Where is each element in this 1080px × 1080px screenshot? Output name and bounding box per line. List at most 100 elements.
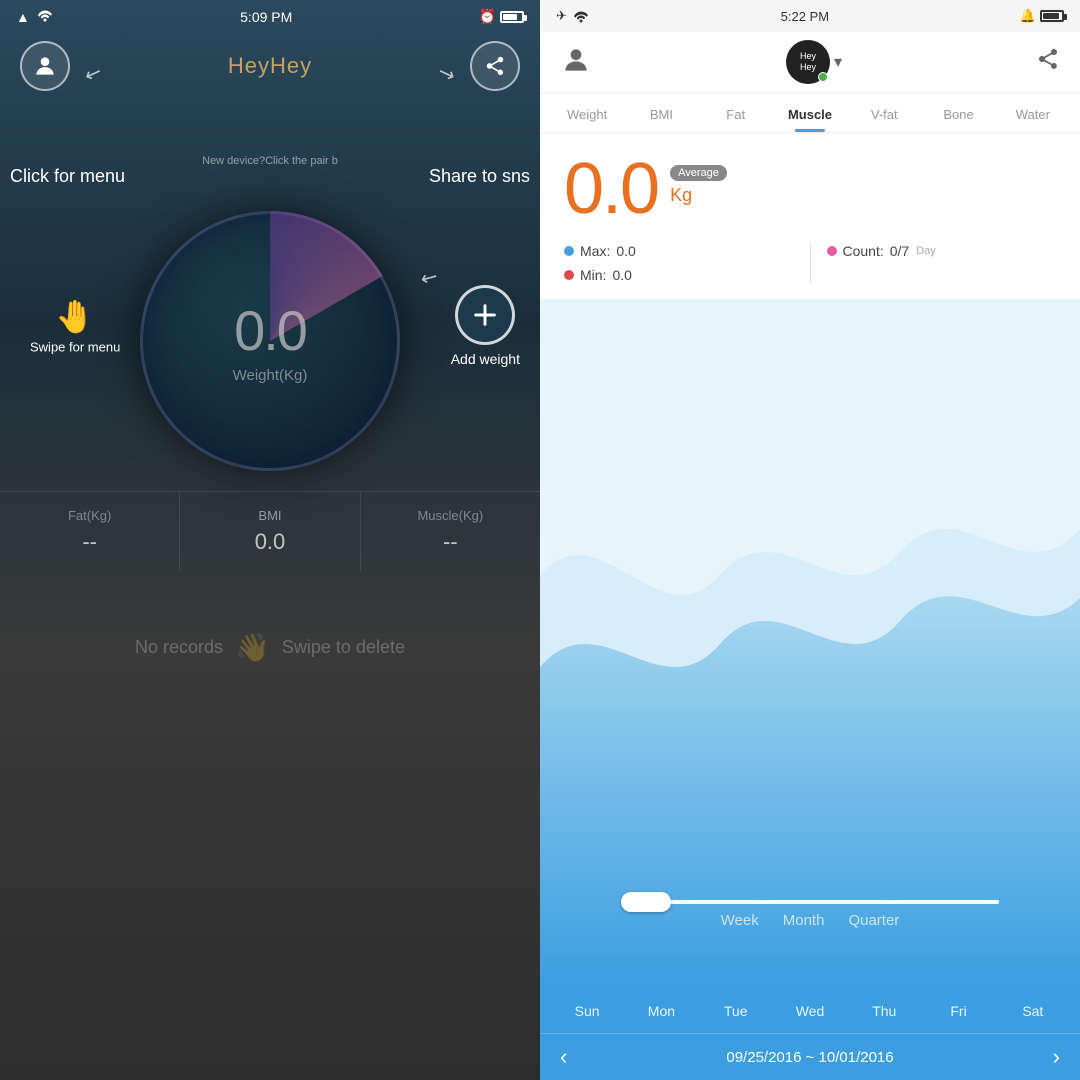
average-badge: Average (670, 165, 727, 181)
max-label: Max: (580, 243, 610, 259)
bottom-stats: Fat(Kg) -- BMI 0.0 Muscle(Kg) -- (0, 491, 540, 571)
min-label: Min: (580, 267, 606, 283)
count-dot (827, 246, 837, 256)
day-wed: Wed (773, 1003, 847, 1019)
right-status-icons: ⏰ (479, 8, 524, 25)
count-stat: Count: 0/7 Day (827, 243, 1057, 259)
swipe-hand-icon: 🤚 (55, 298, 95, 336)
airplane-icon: ✈ (556, 8, 567, 24)
tab-bmi[interactable]: BMI (624, 101, 698, 132)
days-row: Sun Mon Tue Wed Thu Fri Sat (540, 989, 1080, 1033)
day-thu: Thu (847, 1003, 921, 1019)
day-sat: Sat (996, 1003, 1070, 1019)
slider-thumb[interactable] (621, 892, 671, 912)
tab-muscle[interactable]: Muscle (773, 101, 847, 132)
right-status-bar: ✈ 5:22 PM 🔔 (540, 0, 1080, 32)
date-navigation: ‹ 09/25/2016 ~ 10/01/2016 › (540, 1033, 1080, 1080)
fat-value: -- (0, 529, 179, 555)
muscle-value-display: 0.0 (564, 153, 658, 225)
tab-quarter[interactable]: Quarter (848, 912, 899, 929)
max-dot (564, 246, 574, 256)
count-label: Count: (843, 243, 884, 259)
fat-label: Fat(Kg) (0, 508, 179, 523)
day-tue: Tue (699, 1003, 773, 1019)
count-suffix: Day (916, 245, 936, 257)
online-badge (818, 72, 828, 82)
bmi-label: BMI (180, 508, 359, 523)
left-panel: ▲ 5:09 PM ⏰ HeyHey Click for me (0, 0, 540, 1080)
day-mon: Mon (624, 1003, 698, 1019)
heyhey-logo: HeyHey (786, 40, 830, 84)
tab-bone[interactable]: Bone (921, 101, 995, 132)
right-app-header: HeyHey ▾ (540, 32, 1080, 93)
left-stats: Max: 0.0 Min: 0.0 (564, 243, 794, 283)
swipe-label: Swipe for menu (30, 340, 120, 355)
dropdown-arrow[interactable]: ▾ (834, 52, 842, 72)
left-status-bar: ▲ 5:09 PM ⏰ (0, 0, 540, 33)
stat-fat: Fat(Kg) -- (0, 492, 180, 571)
right-alarm-icon: 🔔 (1020, 8, 1036, 24)
max-value: 0.0 (616, 243, 635, 259)
muscle-value: -- (361, 529, 540, 555)
count-value: 0/7 (890, 243, 909, 259)
battery-icon (500, 11, 524, 23)
right-battery (1040, 10, 1064, 22)
prev-date-button[interactable]: ‹ (560, 1044, 567, 1070)
share-button[interactable] (470, 41, 520, 91)
avatar-button[interactable] (20, 41, 70, 91)
next-date-button[interactable]: › (1053, 1044, 1060, 1070)
logo-area[interactable]: HeyHey ▾ (786, 40, 842, 84)
stats-row: Max: 0.0 Min: 0.0 Count: 0/7 Day (540, 235, 1080, 299)
logo-text: HeyHey (800, 51, 816, 73)
user-profile-button[interactable] (560, 44, 592, 81)
time-controls: Week Month Quarter (540, 900, 1080, 929)
tab-fat[interactable]: Fat (699, 101, 773, 132)
annotation-row: Click for menu Share to sns ↙ ↘ (0, 91, 540, 151)
date-range-label: 09/25/2016 ~ 10/01/2016 (726, 1049, 893, 1066)
add-weight-button[interactable]: ↙ Add weight (451, 285, 520, 367)
signal-icon: ▲ (16, 9, 30, 25)
chart-wave-container: Week Month Quarter (540, 299, 1080, 989)
app-title: HeyHey (228, 53, 312, 79)
left-time: 5:09 PM (240, 9, 292, 25)
muscle-label: Muscle(Kg) (361, 508, 540, 523)
day-sun: Sun (550, 1003, 624, 1019)
swipe-menu-hint: 🤚 Swipe for menu (30, 298, 120, 355)
stat-bmi: BMI 0.0 (180, 492, 360, 571)
tab-water[interactable]: Water (996, 101, 1070, 132)
tab-vfat[interactable]: V-fat (847, 101, 921, 132)
wave-chart (540, 299, 1080, 989)
add-arrow: ↙ (416, 262, 443, 292)
plus-icon[interactable] (455, 285, 515, 345)
right-stats: Count: 0/7 Day (827, 243, 1057, 283)
right-right-icons: 🔔 (1020, 8, 1064, 24)
gauge-value: 0.0 (234, 298, 306, 363)
time-slider[interactable] (621, 900, 999, 904)
gauge-unit: Weight(Kg) (233, 367, 308, 384)
tab-weight[interactable]: Weight (550, 101, 624, 132)
swipe-delete-hint: No records 👋 Swipe to delete (0, 631, 540, 664)
tab-week[interactable]: Week (721, 912, 759, 929)
stats-divider (810, 243, 811, 283)
alarm-icon: ⏰ (479, 8, 496, 25)
left-status-icons: ▲ (16, 8, 54, 25)
value-labels: Average Kg (670, 153, 727, 206)
gauge-container: 🤚 Swipe for menu 0.0 Weight(Kg) ↙ Add we… (0, 181, 540, 471)
right-left-icons: ✈ (556, 8, 590, 24)
min-dot (564, 270, 574, 280)
kg-unit: Kg (670, 185, 727, 206)
right-wifi-icon (572, 9, 590, 23)
delete-hand-icon: 👋 (235, 631, 270, 664)
min-stat: Min: 0.0 (564, 267, 794, 283)
right-share-button[interactable] (1036, 47, 1060, 77)
stat-muscle: Muscle(Kg) -- (361, 492, 540, 571)
metric-tabs: Weight BMI Fat Muscle V-fat Bone Water (540, 93, 1080, 133)
weight-gauge: 0.0 Weight(Kg) (140, 211, 400, 471)
period-tabs: Week Month Quarter (721, 912, 900, 929)
tab-month[interactable]: Month (783, 912, 825, 929)
right-panel: ✈ 5:22 PM 🔔 HeyHey ▾ (540, 0, 1080, 1080)
day-fri: Fri (921, 1003, 995, 1019)
max-stat: Max: 0.0 (564, 243, 794, 259)
right-time: 5:22 PM (781, 9, 829, 24)
value-section: 0.0 Average Kg (540, 133, 1080, 235)
